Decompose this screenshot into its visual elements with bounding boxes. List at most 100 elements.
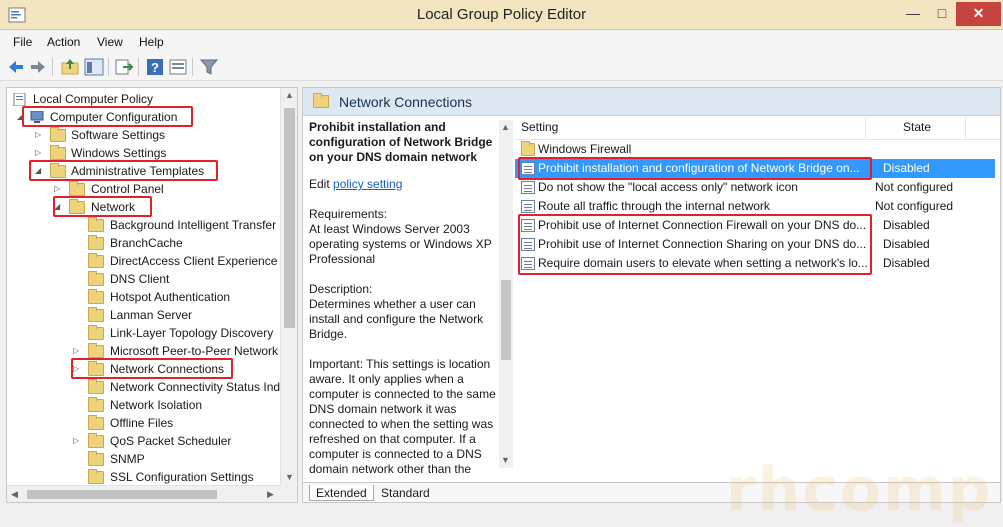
scroll-down-icon[interactable]: ▼ — [501, 455, 510, 465]
tree-vertical-scrollbar[interactable]: ▲ ▼ — [280, 88, 297, 502]
list-item-windows-firewall[interactable]: Windows Firewall — [515, 140, 995, 159]
menu-file[interactable]: File — [13, 35, 32, 49]
tree-item-hotspot-authentication[interactable]: Hotspot Authentication — [88, 288, 278, 306]
tree-item-control-panel[interactable]: ▷ Control Panel — [54, 180, 274, 198]
policy-title: Prohibit installation and configuration … — [309, 120, 493, 164]
console-tree[interactable]: Local Computer Policy ◢ Computer Configu… — [6, 87, 298, 503]
list-item-local-access-only-icon[interactable]: Do not show the "local access only" netw… — [515, 178, 995, 197]
settings-list[interactable]: Setting State Windows Firewall Prohibit … — [515, 116, 1000, 478]
tree-item-ssl-configuration-settings[interactable]: SSL Configuration Settings — [88, 468, 278, 486]
properties-icon[interactable] — [168, 57, 188, 77]
list-item-prohibit-ics-sharing[interactable]: Prohibit use of Internet Connection Shar… — [515, 235, 995, 254]
watermark: rhcomp — [726, 455, 993, 525]
important-text: Important: This settings is location awa… — [309, 357, 496, 476]
description-scroll-thumb[interactable] — [501, 280, 511, 360]
scroll-right-icon[interactable]: ▶ — [267, 489, 274, 500]
expanded-arrow-icon[interactable]: ◢ — [35, 162, 45, 180]
svg-text:?: ? — [151, 60, 159, 75]
tree-item-branchcache[interactable]: BranchCache — [88, 234, 278, 252]
tree-item-administrative-templates[interactable]: ◢ Administrative Templates — [35, 162, 275, 180]
folder-icon — [88, 253, 104, 268]
list-item-require-domain-users-elevate[interactable]: Require domain users to elevate when set… — [515, 254, 995, 273]
collapsed-arrow-icon[interactable]: ▷ — [35, 126, 45, 144]
help-icon[interactable]: ? — [145, 57, 165, 77]
description-scrollbar[interactable]: ▲ ▼ — [499, 120, 513, 468]
computer-icon — [30, 111, 44, 123]
folder-icon — [313, 93, 329, 108]
requirements-label: Requirements: — [309, 207, 388, 221]
maximize-button[interactable]: □ — [928, 2, 956, 26]
export-list-icon[interactable] — [114, 57, 134, 77]
policy-setting-icon — [521, 181, 535, 194]
tree-item-network-isolation[interactable]: Network Isolation — [88, 396, 278, 414]
tree-hscroll-thumb[interactable] — [27, 490, 217, 499]
tree-item-network-connections[interactable]: ▷ Network Connections — [73, 360, 278, 378]
policy-document-icon — [13, 93, 26, 106]
folder-icon — [88, 271, 104, 286]
policy-setting-icon — [521, 257, 535, 270]
description-block: Description: Determines whether a user c… — [309, 282, 497, 342]
tree-item-background-intelligent-transfer[interactable]: Background Intelligent Transfer — [88, 216, 278, 234]
tree-item-directaccess-client-experience[interactable]: DirectAccess Client Experience S — [88, 252, 289, 270]
tree-item-network[interactable]: ◢ Network — [54, 198, 274, 216]
menu-help[interactable]: Help — [139, 35, 164, 49]
policy-setting-link[interactable]: policy setting — [333, 177, 402, 191]
collapsed-arrow-icon[interactable]: ▷ — [73, 360, 83, 378]
toolbar-separator — [192, 58, 193, 76]
folder-open-icon — [69, 199, 85, 214]
column-divider[interactable] — [865, 118, 866, 138]
tree-item-offline-files[interactable]: Offline Files — [88, 414, 278, 432]
column-divider[interactable] — [965, 118, 966, 138]
requirements-text: At least Windows Server 2003 operating s… — [309, 222, 492, 266]
column-setting[interactable]: Setting — [521, 120, 558, 134]
menu-action[interactable]: Action — [47, 35, 80, 49]
tree-item-qos-packet-scheduler[interactable]: ▷ QoS Packet Scheduler — [73, 432, 278, 450]
folder-icon — [88, 451, 104, 466]
tree-item-computer-configuration[interactable]: ◢ Computer Configuration — [17, 108, 277, 126]
expanded-arrow-icon[interactable]: ◢ — [54, 198, 64, 216]
folder-icon — [88, 469, 104, 484]
scroll-down-icon[interactable]: ▼ — [285, 472, 294, 482]
minimize-button[interactable]: — — [898, 2, 928, 26]
menu-view[interactable]: View — [97, 35, 123, 49]
close-button[interactable]: ✕ — [956, 2, 1001, 26]
filter-icon[interactable] — [199, 57, 219, 77]
tree-item-link-layer-topology-discovery[interactable]: Link-Layer Topology Discovery — [88, 324, 278, 342]
title-bar: Local Group Policy Editor — □ ✕ — [0, 0, 1003, 30]
tree-item-dns-client[interactable]: DNS Client — [88, 270, 278, 288]
tab-extended[interactable]: Extended — [309, 485, 374, 501]
tree-item-network-connectivity-status[interactable]: Network Connectivity Status Ind — [88, 378, 280, 396]
window-title: Local Group Policy Editor — [416, 6, 587, 23]
tree-item-snmp[interactable]: SNMP — [88, 450, 278, 468]
show-hide-tree-icon[interactable] — [84, 57, 104, 77]
tree-horizontal-scrollbar[interactable]: ◀ ▶ — [7, 485, 281, 502]
tree-item-microsoft-peer-to-peer-network[interactable]: ▷ Microsoft Peer-to-Peer Network — [73, 342, 278, 360]
toolbar: ? — [0, 53, 1003, 81]
tree-scroll-thumb[interactable] — [284, 108, 295, 328]
list-item-prohibit-network-bridge[interactable]: Prohibit installation and configuration … — [515, 159, 995, 178]
collapsed-arrow-icon[interactable]: ▷ — [54, 180, 64, 198]
list-item-prohibit-ics-firewall[interactable]: Prohibit use of Internet Connection Fire… — [515, 216, 995, 235]
policy-setting-icon — [521, 162, 535, 175]
scroll-left-icon[interactable]: ◀ — [11, 489, 18, 500]
folder-open-icon — [50, 163, 66, 178]
tree-item-windows-settings[interactable]: ▷ Windows Settings — [35, 144, 275, 162]
collapsed-arrow-icon[interactable]: ▷ — [73, 432, 83, 450]
list-item-route-all-traffic[interactable]: Route all traffic through the internal n… — [515, 197, 995, 216]
tree-item-software-settings[interactable]: ▷ Software Settings — [35, 126, 275, 144]
policy-setting-icon — [521, 200, 535, 213]
collapsed-arrow-icon[interactable]: ▷ — [35, 144, 45, 162]
description-text: Determines whether a user can install an… — [309, 297, 484, 341]
scroll-up-icon[interactable]: ▲ — [501, 122, 510, 132]
folder-icon — [88, 235, 104, 250]
tree-item-local-computer-policy[interactable]: Local Computer Policy — [11, 90, 281, 108]
tab-standard[interactable]: Standard — [375, 485, 436, 501]
collapsed-arrow-icon[interactable]: ▷ — [73, 342, 83, 360]
forward-arrow-icon[interactable] — [28, 57, 48, 77]
up-folder-icon[interactable] — [60, 57, 80, 77]
back-arrow-icon[interactable] — [6, 57, 26, 77]
expanded-arrow-icon[interactable]: ◢ — [17, 108, 27, 126]
column-state[interactable]: State — [903, 120, 931, 134]
scroll-up-icon[interactable]: ▲ — [285, 90, 294, 100]
tree-item-lanman-server[interactable]: Lanman Server — [88, 306, 278, 324]
